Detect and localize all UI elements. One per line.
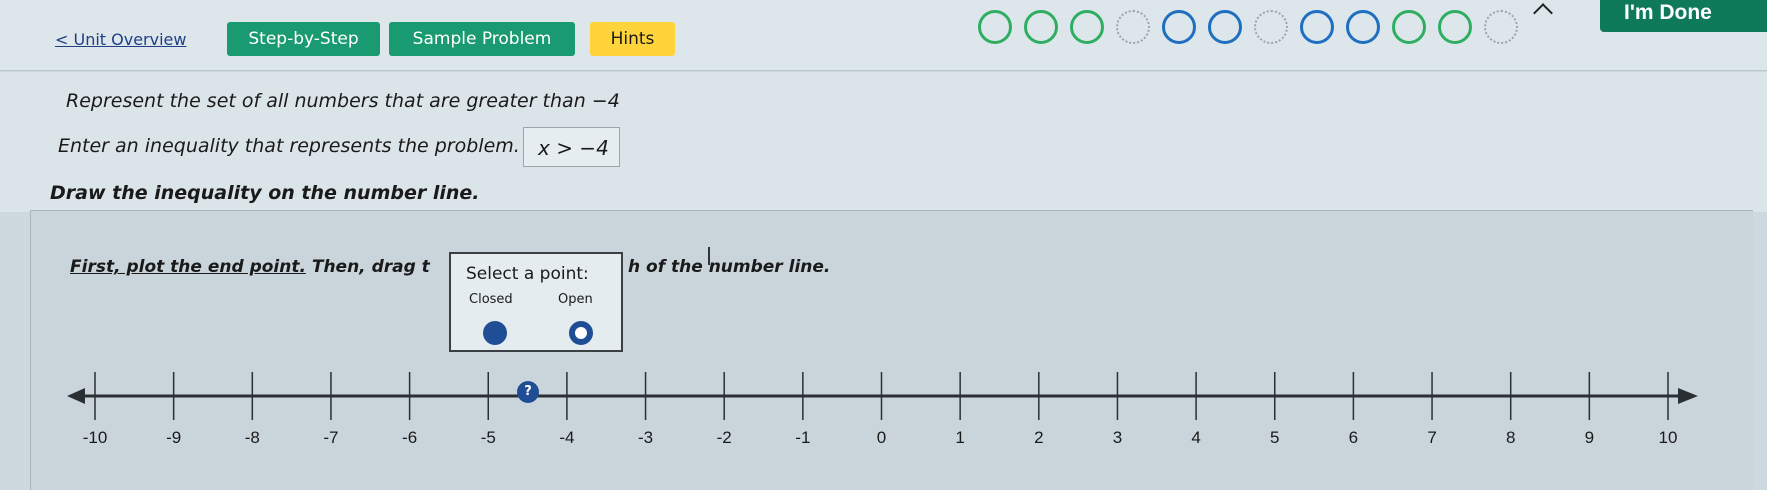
- number-line-tick-label: 9: [1584, 428, 1595, 447]
- instruction-tail: h of the number line.: [628, 257, 831, 277]
- inequality-label: Enter an inequality that represents the …: [58, 135, 520, 157]
- top-bar: < Unit Overview Step-by-Step Sample Prob…: [0, 0, 1767, 71]
- number-line-tick-label: 2: [1034, 428, 1044, 447]
- instruction-middle: Then, drag t: [305, 257, 430, 277]
- number-line-tick-label: -7: [323, 428, 339, 447]
- progress-circle: [1438, 10, 1472, 44]
- number-line-tick-label: 5: [1270, 428, 1280, 447]
- number-line-tick-label: 6: [1348, 428, 1359, 447]
- number-line-tick-label: -9: [166, 428, 182, 447]
- progress-circle: [1116, 10, 1150, 44]
- number-line-tick-label: 0: [876, 428, 887, 447]
- tab-hints[interactable]: Hints: [590, 22, 675, 56]
- hover-point-marker[interactable]: ?: [517, 381, 539, 403]
- progress-circle: [1208, 10, 1242, 44]
- number-line-tick-label: -8: [244, 428, 260, 447]
- progress-circle: [1484, 10, 1518, 44]
- progress-circle: [978, 10, 1012, 44]
- number-line-tick-label: -2: [716, 428, 732, 447]
- text-cursor-icon: [708, 247, 710, 265]
- right-arrow-icon: [1678, 388, 1698, 404]
- progress-circle: [1392, 10, 1426, 44]
- number-line-tick-label: -3: [637, 428, 654, 447]
- progress-circle: [1300, 10, 1334, 44]
- number-line-tick-label: -5: [480, 428, 496, 447]
- select-point-popup: Select a point: Closed Open: [449, 252, 623, 352]
- closed-option-label: Closed: [469, 292, 513, 307]
- number-line-tick-label: 7: [1427, 428, 1437, 447]
- closed-point-button[interactable]: [483, 321, 507, 345]
- number-line-tick-label: -10: [82, 428, 108, 447]
- draw-instruction: Draw the inequality on the number line.: [50, 182, 480, 204]
- done-button[interactable]: I'm Done: [1600, 0, 1767, 32]
- instruction-text: First, plot the end point. Then, drag t: [70, 257, 430, 277]
- number-line-tick-label: 10: [1658, 428, 1678, 447]
- problem-prompt: Represent the set of all numbers that ar…: [66, 90, 620, 112]
- open-option-label: Open: [558, 292, 593, 307]
- progress-circle: [1070, 10, 1104, 44]
- instruction-first-step: First, plot the end point.: [70, 257, 306, 277]
- unit-overview-link[interactable]: < Unit Overview: [55, 30, 186, 49]
- progress-circle: [1346, 10, 1380, 44]
- left-arrow-icon: [67, 388, 85, 404]
- number-line-tick-label: 3: [1112, 428, 1123, 447]
- progress-circle: [1254, 10, 1288, 44]
- progress-circle: [1162, 10, 1196, 44]
- inequality-answer-field[interactable]: x > −4: [523, 127, 620, 167]
- collapse-caret-icon[interactable]: [1533, 3, 1553, 23]
- number-line-tick-label: -6: [402, 428, 418, 447]
- number-line-tick-label: -1: [795, 428, 811, 447]
- number-line-tick-label: -4: [559, 428, 575, 447]
- progress-circle: [1024, 10, 1058, 44]
- popup-title: Select a point:: [466, 264, 589, 284]
- problem-panel: Represent the set of all numbers that ar…: [0, 72, 1767, 212]
- open-point-button[interactable]: [569, 321, 593, 345]
- number-line-tick-label: 8: [1505, 428, 1516, 447]
- number-line-tick-label: 1: [955, 428, 965, 447]
- tab-step-by-step[interactable]: Step-by-Step: [227, 22, 380, 56]
- tab-sample-problem[interactable]: Sample Problem: [389, 22, 575, 56]
- number-line-tick-label: 4: [1191, 428, 1201, 447]
